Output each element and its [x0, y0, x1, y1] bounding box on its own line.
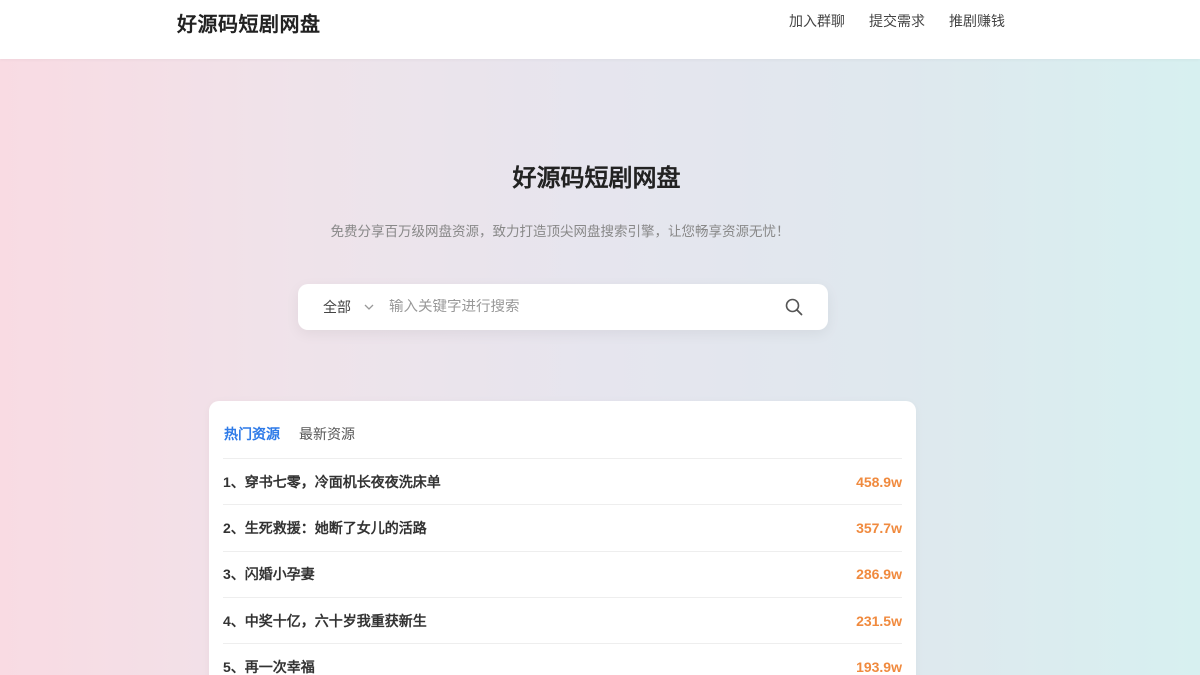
item-title: 3、闪婚小孕妻 — [223, 566, 315, 583]
top-nav: 加入群聊 提交需求 推剧赚钱 — [789, 11, 1005, 31]
search-icon[interactable] — [784, 297, 804, 317]
item-title: 5、再一次幸福 — [223, 658, 315, 675]
site-logo[interactable]: 好源码短剧网盘 — [177, 8, 321, 37]
search-input[interactable] — [389, 299, 784, 315]
tab-hot-resources[interactable]: 热门资源 — [224, 424, 280, 444]
list-item[interactable]: 4、中奖十亿，六十岁我重获新生 231.5w — [223, 596, 902, 643]
list-item[interactable]: 3、闪婚小孕妻 286.9w — [223, 550, 902, 597]
list-item[interactable]: 5、再一次幸福 193.9w — [223, 643, 902, 675]
hero-title: 好源码短剧网盘 — [512, 165, 681, 192]
resource-tabs: 热门资源 最新资源 — [224, 424, 355, 444]
search-bar: 全部 — [298, 284, 828, 330]
item-title: 1、穿书七零，冷面机长夜夜洗床单 — [223, 473, 441, 490]
top-header: 好源码短剧网盘 加入群聊 提交需求 推剧赚钱 — [0, 0, 1200, 59]
item-count: 286.9w — [856, 566, 902, 583]
item-title: 4、中奖十亿，六十岁我重获新生 — [223, 612, 427, 629]
search-category-select[interactable]: 全部 — [323, 297, 375, 317]
item-title: 2、生死救援：她断了女儿的活路 — [223, 519, 427, 536]
resource-card: 热门资源 最新资源 1、穿书七零，冷面机长夜夜洗床单 458.9w 2、生死救援… — [209, 401, 916, 675]
item-count: 231.5w — [856, 612, 902, 629]
list-item[interactable]: 2、生死救援：她断了女儿的活路 357.7w — [223, 504, 902, 550]
item-count: 458.9w — [856, 473, 902, 490]
tab-latest-resources[interactable]: 最新资源 — [299, 424, 355, 444]
resource-list: 1、穿书七零，冷面机长夜夜洗床单 458.9w 2、生死救援：她断了女儿的活路 … — [223, 458, 902, 675]
list-item[interactable]: 1、穿书七零，冷面机长夜夜洗床单 458.9w — [223, 458, 902, 504]
nav-join-group[interactable]: 加入群聊 — [789, 11, 845, 31]
item-count: 357.7w — [856, 519, 902, 536]
item-count: 193.9w — [856, 658, 902, 675]
chevron-down-icon — [363, 301, 375, 313]
nav-promote-earn[interactable]: 推剧赚钱 — [949, 11, 1005, 31]
search-category-label: 全部 — [323, 299, 351, 315]
hero-subtitle: 免费分享百万级网盘资源，致力打造顶尖网盘搜索引擎，让您畅享资源无忧！ — [330, 224, 790, 239]
nav-submit-request[interactable]: 提交需求 — [869, 11, 925, 31]
